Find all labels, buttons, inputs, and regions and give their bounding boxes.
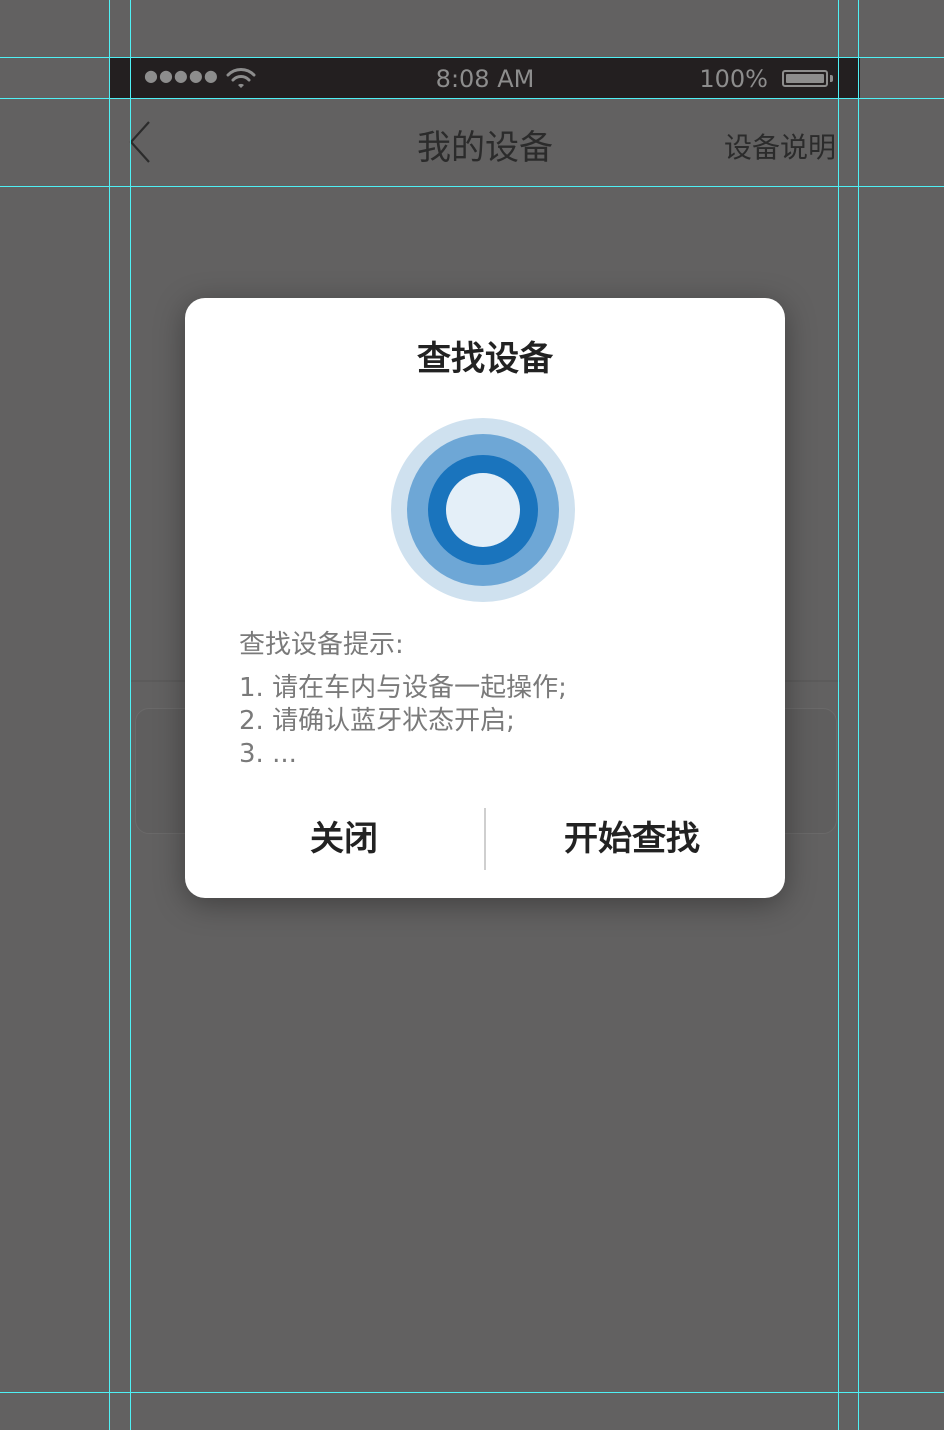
nav-bar: 我的设备 设备说明 (110, 98, 860, 186)
guide-line (109, 0, 110, 1430)
tip-item: 2. 请确认蓝牙状态开启; (239, 706, 515, 736)
guide-line (0, 98, 944, 99)
dialog-title: 查找设备 (417, 339, 553, 379)
guide-line (0, 57, 944, 58)
start-search-button[interactable]: 开始查找 (485, 808, 779, 870)
status-bar: ●●●●● 8:08 AM 100% (110, 58, 860, 98)
find-device-dialog: 查找设备 查找设备提示: 1. 请在车内与设备一起操作; 2. 请确认蓝牙状态开… (185, 298, 785, 898)
guide-line (0, 1392, 944, 1393)
guide-line (858, 0, 859, 1430)
battery-percent: 100% (699, 65, 768, 93)
device-instructions-link[interactable]: 设备说明 (724, 126, 836, 166)
search-radar-icon (391, 418, 575, 602)
guide-line (0, 186, 944, 187)
close-button[interactable]: 关闭 (185, 808, 503, 870)
guide-line (838, 0, 839, 1430)
battery-nub (830, 75, 833, 82)
tips-title: 查找设备提示: (239, 630, 404, 660)
tip-item: 1. 请在车内与设备一起操作; (239, 673, 567, 703)
tip-item: 3. ... (239, 739, 297, 769)
search-tips: 查找设备提示: 1. 请在车内与设备一起操作; 2. 请确认蓝牙状态开启; 3.… (239, 628, 759, 771)
guide-line (130, 0, 131, 1430)
battery-icon (782, 70, 828, 87)
battery-fill (786, 74, 824, 83)
